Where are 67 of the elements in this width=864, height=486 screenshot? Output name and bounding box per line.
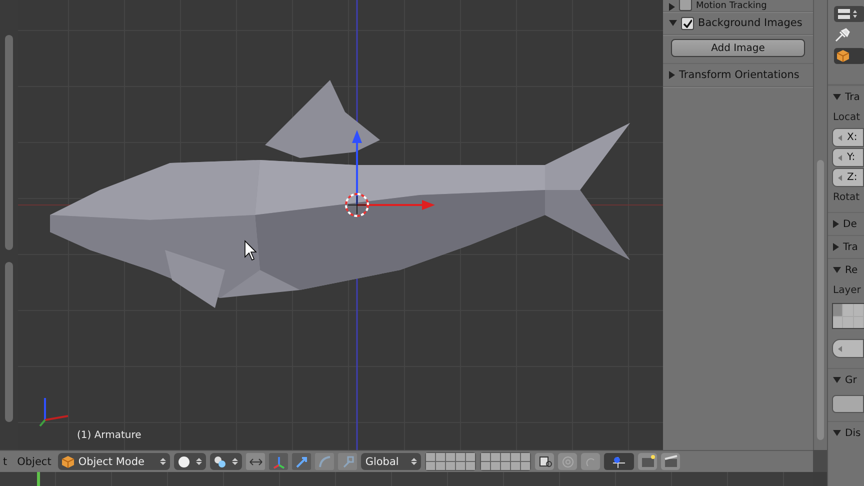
panel-title[interactable]: Motion Tracking <box>696 1 767 11</box>
disclosure-triangle-icon[interactable] <box>669 71 675 79</box>
translate-arrow-icon <box>294 454 309 468</box>
scrollbar[interactable] <box>5 35 13 250</box>
coordinate-field[interactable]: Z: <box>832 168 864 187</box>
object-menu[interactable]: Object <box>14 456 54 468</box>
rotation-label: Rotat <box>832 191 861 205</box>
scrollbar[interactable] <box>5 262 13 422</box>
scale-icon <box>340 454 355 468</box>
shading-dropdown[interactable] <box>174 453 206 470</box>
coordinate-field[interactable]: X: <box>832 128 864 147</box>
lock-icon[interactable] <box>538 454 552 468</box>
sphere-icon <box>178 456 190 468</box>
3d-cursor-icon <box>345 193 369 217</box>
arrows-icon <box>248 456 263 466</box>
manipulator-toggle[interactable] <box>338 453 358 470</box>
disclosure-triangle-icon[interactable] <box>833 377 841 383</box>
object-name-label: (1) Armature <box>77 430 142 441</box>
layers-label: Layer <box>832 284 862 298</box>
transform-manipulator-icon[interactable] <box>352 130 435 210</box>
fish-mesh-drawing[interactable] <box>50 80 630 308</box>
rotate-curve-icon <box>318 454 332 468</box>
panel-title[interactable]: Gr <box>845 374 857 386</box>
location-label: Locat <box>832 111 862 125</box>
panel-title[interactable]: Dis <box>845 428 861 438</box>
object-cube-icon[interactable] <box>837 50 849 62</box>
layer-grid[interactable] <box>832 303 864 329</box>
orientation-dropdown[interactable]: Global <box>361 453 422 470</box>
coordinate-field[interactable]: Y: <box>832 148 864 167</box>
add-image-button[interactable]: Add Image <box>671 39 805 57</box>
panel-title[interactable]: Tra <box>843 242 858 252</box>
disclosure-triangle-icon[interactable] <box>833 243 839 251</box>
manipulator-toggle[interactable] <box>292 453 312 470</box>
panel-title[interactable]: Transform Orientations <box>679 69 800 81</box>
menu-item[interactable]: t <box>0 456 10 468</box>
only-origins-button[interactable] <box>246 453 266 470</box>
snap-grid-icon[interactable] <box>612 454 626 468</box>
disclosure-triangle-icon[interactable] <box>833 267 841 273</box>
check-mark-icon <box>683 18 692 28</box>
add-to-group-button[interactable] <box>832 395 864 413</box>
axes-gizmo-icon <box>39 398 68 427</box>
panel-title[interactable]: De <box>843 218 857 230</box>
panel-title[interactable]: Re <box>845 264 858 276</box>
checkbox[interactable] <box>681 16 694 30</box>
view-buttons[interactable] <box>834 6 864 22</box>
pivot-dropdown[interactable] <box>210 453 242 470</box>
mouse-pointer-icon <box>244 240 257 261</box>
toggle-panel-icon <box>837 8 859 20</box>
panel-title[interactable]: Tra <box>845 92 860 102</box>
object-cube-icon <box>62 456 74 468</box>
panel-title[interactable]: Background Images <box>698 17 802 29</box>
playhead-marker[interactable] <box>37 472 40 486</box>
scrollbar[interactable] <box>817 160 824 440</box>
disclosure-triangle-icon[interactable] <box>833 220 839 228</box>
manipulator-axes-icon <box>272 454 286 468</box>
mode-dropdown[interactable]: Object Mode <box>58 453 170 470</box>
manipulator-toggle[interactable] <box>315 453 334 470</box>
checkbox[interactable] <box>679 0 692 11</box>
disclosure-triangle-icon[interactable] <box>833 430 841 436</box>
layer-grid[interactable] <box>425 452 476 471</box>
layer-grid[interactable] <box>480 452 532 471</box>
pass-index-field[interactable] <box>832 339 864 358</box>
render-image-icon[interactable] <box>640 454 655 468</box>
pivot-point-icon <box>214 456 228 468</box>
disclosure-triangle-icon[interactable] <box>833 94 841 100</box>
manipulator-toggle[interactable] <box>269 453 288 470</box>
render-animation-icon[interactable] <box>664 454 678 468</box>
